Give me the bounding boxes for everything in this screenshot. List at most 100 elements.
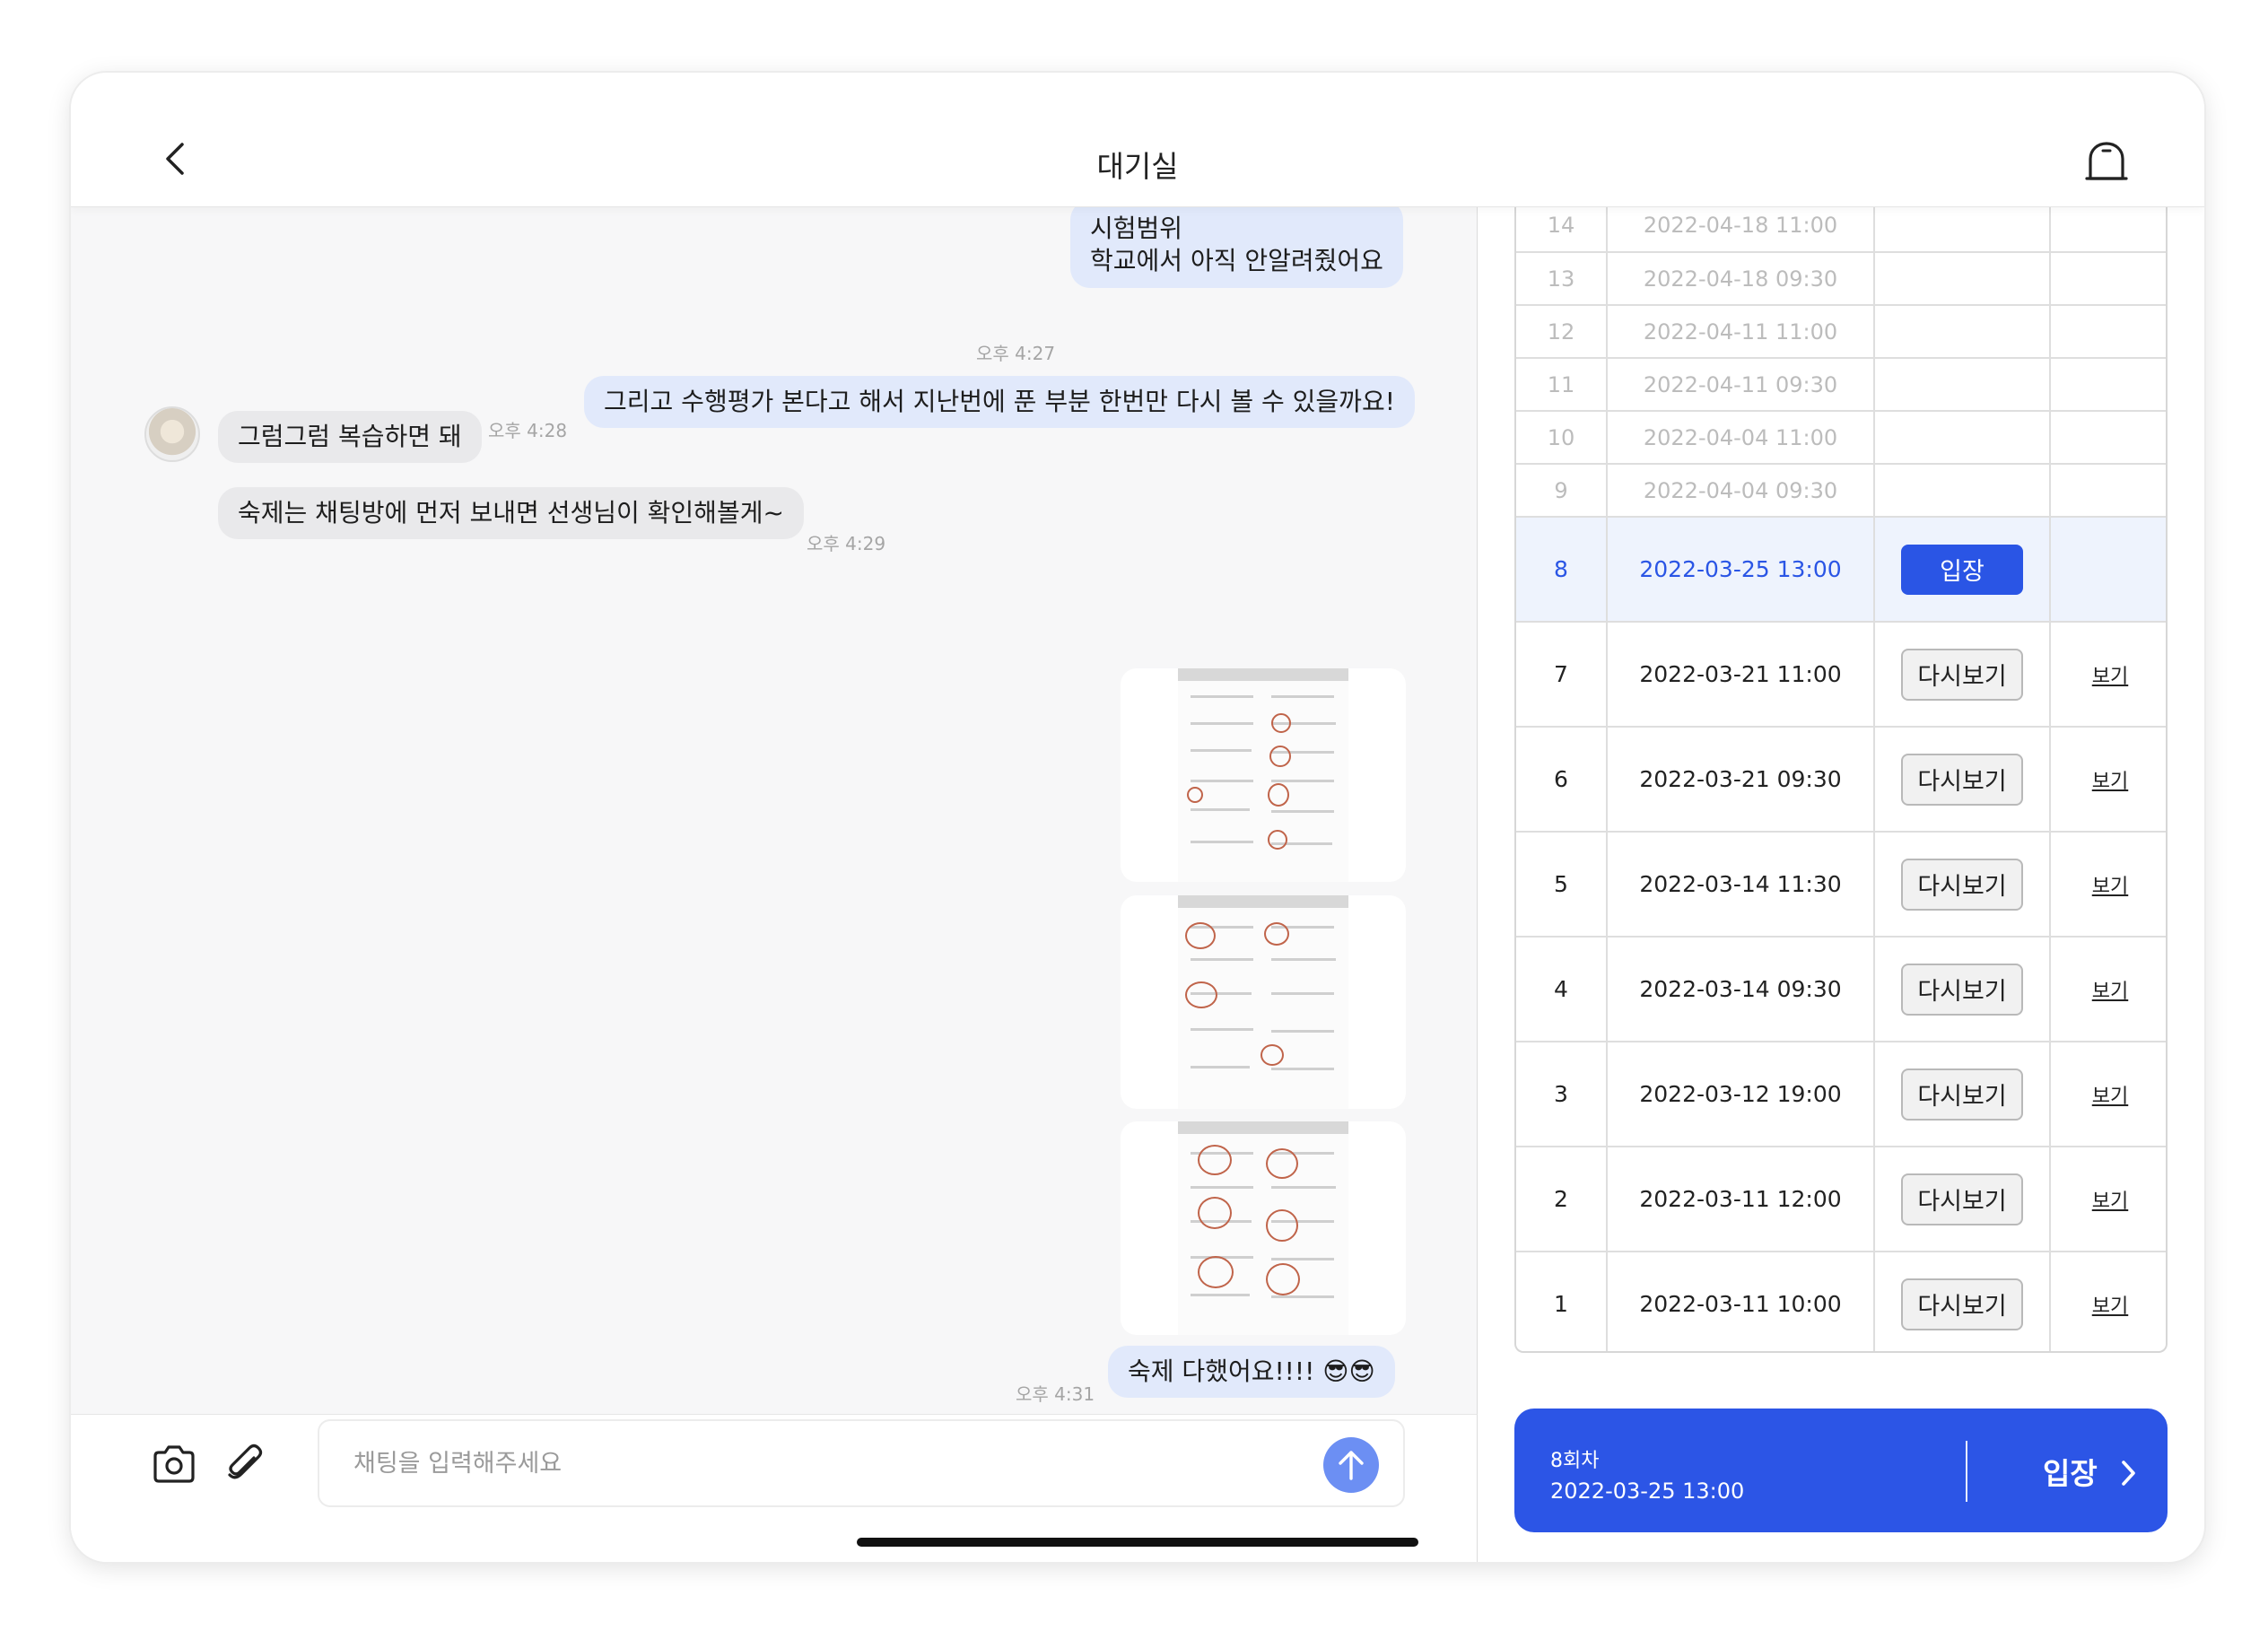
session-datetime: 2022-03-14 09:30	[1608, 938, 1875, 1041]
message-time: 오후 4:28	[488, 420, 568, 441]
message-text: 시험범위	[1090, 214, 1183, 243]
session-row: 6 2022-03-21 09:30 다시보기 보기	[1516, 726, 2166, 831]
session-datetime: 2022-04-18 09:30	[1608, 253, 1875, 304]
session-number: 11	[1516, 359, 1608, 410]
teacher-avatar[interactable]	[144, 406, 200, 462]
session-row: 12 2022-04-11 11:00	[1516, 304, 2166, 357]
cta-datetime: 2022-03-25 13:00	[1550, 1478, 1745, 1504]
session-datetime: 2022-04-04 09:30	[1608, 465, 1875, 516]
session-number: 8	[1516, 518, 1608, 621]
session-view-cell: 보기	[2051, 1042, 2166, 1146]
my-message-bubble: 그리고 수행평가 본다고 해서 지난번에 푼 부분 한번만 다시 볼 수 있을까…	[584, 376, 1415, 428]
session-datetime: 2022-04-18 11:00	[1608, 207, 1875, 251]
view-link[interactable]: 보기	[2092, 870, 2128, 899]
session-view-cell: 보기	[2051, 938, 2166, 1041]
page-title: 대기실	[1096, 149, 1179, 184]
homework-photo	[1178, 1121, 1348, 1335]
view-link[interactable]: 보기	[2092, 765, 2128, 794]
image-attachment[interactable]	[1121, 1121, 1406, 1335]
session-datetime: 2022-04-11 09:30	[1608, 359, 1875, 410]
session-view-cell: 보기	[2051, 1252, 2166, 1351]
replay-button[interactable]: 다시보기	[1901, 1068, 2023, 1121]
replay-button[interactable]: 다시보기	[1901, 753, 2023, 806]
session-view-cell	[2051, 253, 2166, 304]
session-number: 12	[1516, 306, 1608, 357]
image-attachment[interactable]	[1121, 895, 1406, 1109]
session-row: 1 2022-03-11 10:00 다시보기 보기	[1516, 1251, 2166, 1351]
message-text: 숙제 다했어요!!!! 😎😎	[1128, 1356, 1375, 1386]
session-number: 7	[1516, 623, 1608, 726]
attach-file-button[interactable]	[224, 1442, 266, 1485]
cta-round: 8회차	[1550, 1450, 1600, 1472]
my-message-bubble: 숙제 다했어요!!!! 😎😎	[1108, 1346, 1395, 1398]
replay-button[interactable]: 다시보기	[1901, 858, 2023, 911]
session-action-cell: 다시보기	[1875, 1042, 2051, 1146]
session-view-cell	[2051, 306, 2166, 357]
view-link[interactable]: 보기	[2092, 1080, 2128, 1109]
message-time: 오후 4:27	[976, 343, 1056, 364]
enter-session-button[interactable]: 8회차 2022-03-25 13:00 입장	[1514, 1409, 2168, 1532]
cta-label: 입장	[2043, 1456, 2098, 1491]
my-message-bubble: 시험범위 학교에서 아직 안알려줬어요	[1070, 207, 1403, 288]
message-text: 학교에서 아직 안알려줬어요	[1090, 246, 1383, 275]
session-row: 9 2022-04-04 09:30	[1516, 463, 2166, 516]
enter-button[interactable]: 입장	[1901, 544, 2023, 595]
session-row: 13 2022-04-18 09:30	[1516, 251, 2166, 304]
session-action-cell: 다시보기	[1875, 833, 2051, 936]
session-action-cell	[1875, 207, 2051, 251]
chevron-right-icon	[2122, 1461, 2135, 1486]
session-view-cell: 보기	[2051, 1147, 2166, 1251]
session-action-cell: 다시보기	[1875, 938, 2051, 1041]
session-row: 7 2022-03-21 11:00 다시보기 보기	[1516, 621, 2166, 726]
session-datetime: 2022-03-21 09:30	[1608, 728, 1875, 831]
session-row: 10 2022-04-04 11:00	[1516, 410, 2166, 463]
message-time: 오후 4:31	[1016, 1383, 1095, 1405]
their-message-bubble: 그럼그럼 복습하면 돼	[218, 411, 482, 463]
session-number: 6	[1516, 728, 1608, 831]
session-action-cell: 다시보기	[1875, 728, 2051, 831]
session-datetime: 2022-03-21 11:00	[1608, 623, 1875, 726]
session-view-cell	[2051, 207, 2166, 251]
top-navigation-bar: 대기실	[71, 73, 2204, 207]
replay-button[interactable]: 다시보기	[1901, 963, 2023, 1016]
view-link[interactable]: 보기	[2092, 1185, 2128, 1214]
session-action-cell: 다시보기	[1875, 1147, 2051, 1251]
session-table[interactable]: 14 2022-04-18 11:00 13 2022-04-18 09:30 12 20…	[1514, 207, 2168, 1353]
message-time: 오후 4:29	[807, 533, 886, 554]
image-attachment[interactable]	[1121, 668, 1406, 882]
view-link[interactable]: 보기	[2092, 660, 2128, 689]
chat-panel[interactable]: 시험범위 학교에서 아직 안알려줬어요 오후 4:27 그리고 수행평가 본다고…	[71, 207, 1478, 1414]
session-row: 4 2022-03-14 09:30 다시보기 보기	[1516, 936, 2166, 1041]
session-row: 14 2022-04-18 11:00	[1516, 207, 2166, 251]
session-view-cell	[2051, 412, 2166, 463]
cta-divider	[1966, 1441, 1967, 1502]
session-action-cell: 다시보기	[1875, 1252, 2051, 1351]
chat-message-input[interactable]	[318, 1419, 1405, 1507]
send-button[interactable]	[1323, 1437, 1379, 1493]
session-datetime: 2022-04-11 11:00	[1608, 306, 1875, 357]
session-number: 9	[1516, 465, 1608, 516]
session-action-cell: 입장	[1875, 518, 2051, 621]
session-action-cell	[1875, 465, 2051, 516]
their-message-bubble: 숙제는 채팅방에 먼저 보내면 선생님이 확인해볼게~	[218, 487, 804, 539]
notification-button[interactable]	[2084, 139, 2129, 184]
session-number: 14	[1516, 207, 1608, 251]
session-datetime: 2022-04-04 11:00	[1608, 412, 1875, 463]
home-indicator	[857, 1538, 1418, 1547]
replay-button[interactable]: 다시보기	[1901, 1173, 2023, 1225]
replay-button[interactable]: 다시보기	[1901, 648, 2023, 701]
message-text: 숙제는 채팅방에 먼저 보내면 선생님이 확인해볼게~	[238, 498, 784, 528]
homework-photo	[1178, 895, 1348, 1109]
session-number: 4	[1516, 938, 1608, 1041]
session-view-cell	[2051, 359, 2166, 410]
view-link[interactable]: 보기	[2092, 975, 2128, 1004]
session-view-cell: 보기	[2051, 623, 2166, 726]
message-text: 그럼그럼 복습하면 돼	[238, 422, 462, 451]
session-datetime: 2022-03-14 11:30	[1608, 833, 1875, 936]
replay-button[interactable]: 다시보기	[1901, 1278, 2023, 1330]
session-action-cell	[1875, 306, 2051, 357]
session-row: 2 2022-03-11 12:00 다시보기 보기	[1516, 1146, 2166, 1251]
session-datetime: 2022-03-11 10:00	[1608, 1252, 1875, 1351]
view-link[interactable]: 보기	[2092, 1290, 2128, 1319]
camera-button[interactable]	[152, 1443, 196, 1485]
